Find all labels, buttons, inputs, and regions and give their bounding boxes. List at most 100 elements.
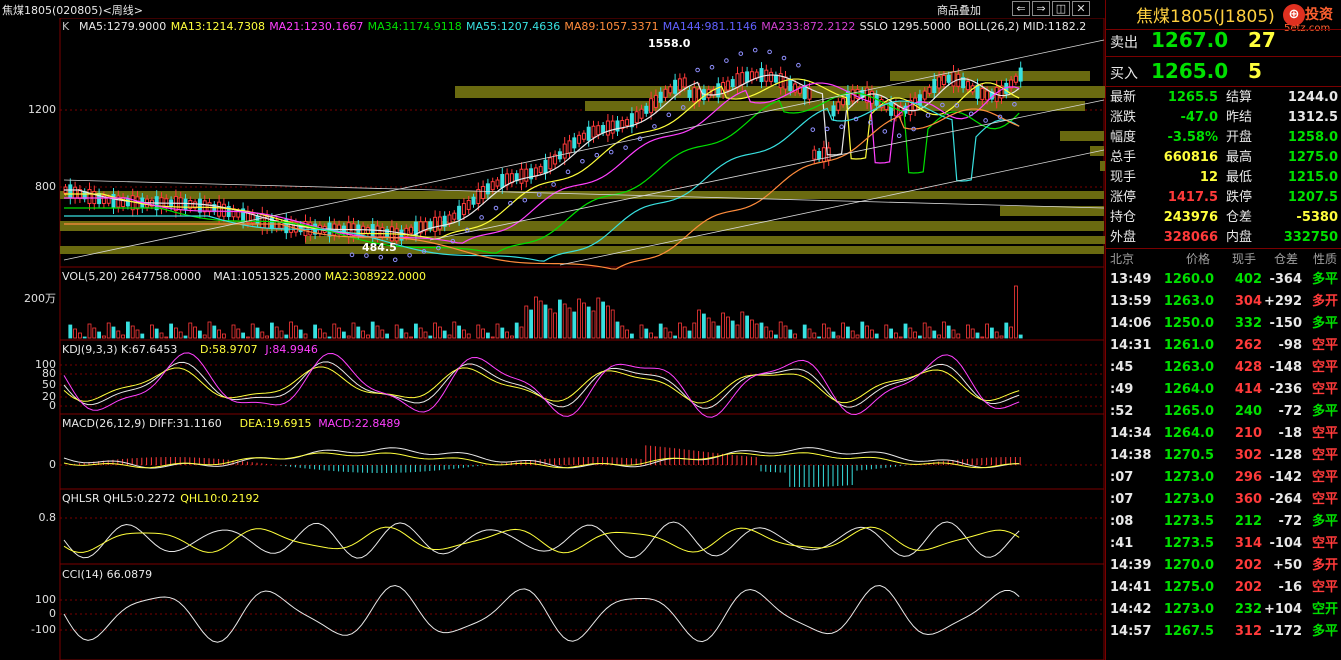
candle-body — [725, 80, 730, 91]
overlay-button[interactable]: 商品叠加 — [937, 2, 981, 18]
quote-field-label: 涨跌 — [1110, 110, 1137, 125]
candle-body — [562, 143, 567, 159]
main-chart-indicator: MA55:1207.4636 — [466, 20, 561, 33]
tick-price: 1264.0 — [1163, 426, 1214, 441]
tick-price: 1263.0 — [1163, 294, 1214, 309]
buy-price[interactable]: 1265.0 — [1151, 59, 1228, 83]
tick-oi: -142 — [1269, 470, 1302, 485]
main-chart-prefix: K — [62, 20, 70, 33]
sar-dot — [752, 47, 758, 53]
candle-body — [217, 201, 222, 217]
sar-dot — [652, 124, 657, 129]
tick-vol: 210 — [1234, 426, 1262, 441]
volume-bar — [716, 325, 721, 339]
cci-panel-indicator: CCI(14) 66.0879 — [62, 568, 153, 581]
main-chart-indicator: MA21:1230.1667 — [269, 20, 364, 33]
volume-bar — [289, 321, 294, 339]
tick-row[interactable]: 14:39 1270.0 202 +50 多开 — [1106, 555, 1341, 577]
volume-bar — [812, 332, 817, 339]
tick-row[interactable]: :49 1264.0 414 -236 空平 — [1106, 379, 1341, 401]
nav-forward-icon[interactable]: ⇒ — [1032, 1, 1050, 16]
volume-bar — [562, 303, 567, 339]
volume-bar — [1014, 285, 1018, 339]
sar-dot — [407, 252, 412, 258]
volume-bar — [298, 329, 303, 339]
tick-time: :45 — [1110, 360, 1134, 375]
tick-row[interactable]: 14:42 1273.0 232 +104 空开 — [1106, 599, 1341, 621]
tick-row[interactable]: :07 1273.0 360 -264 空平 — [1106, 489, 1341, 511]
volume-bar — [514, 322, 519, 339]
chart-canvas[interactable] — [0, 0, 1105, 660]
candle-body — [533, 167, 538, 177]
tick-row[interactable]: 13:49 1260.0 402 -364 多平 — [1106, 269, 1341, 291]
sar-dot — [983, 118, 988, 123]
nav-back-icon[interactable]: ⇐ — [1012, 1, 1030, 16]
tick-row[interactable]: :07 1273.0 296 -142 空平 — [1106, 467, 1341, 489]
volume-bar — [687, 330, 692, 339]
volume-bar — [831, 331, 836, 339]
tick-row[interactable]: 14:31 1261.0 262 -98 空平 — [1106, 335, 1341, 357]
layout-icon[interactable]: ◫ — [1052, 1, 1070, 16]
tick-row[interactable]: :41 1273.5 314 -104 空平 — [1106, 533, 1341, 555]
candle-body — [581, 132, 586, 140]
contract-name: 焦煤1805(J1805) — [1136, 7, 1275, 27]
sar-dot — [738, 51, 744, 56]
price-low-annotation: 484.5 — [362, 241, 397, 254]
quote-panel: 焦煤1805(J1805) ⊕ 投资 5etz.com 卖出 1267.0 27… — [1105, 0, 1341, 660]
candle-body — [893, 104, 898, 117]
tick-ty: 多平 — [1312, 514, 1339, 529]
candle-body — [922, 90, 927, 100]
quote-row: 现手 12 最低 1215.0 — [1106, 168, 1341, 188]
panel-frame — [59, 563, 1105, 660]
quote-field-label: 开盘 — [1226, 130, 1253, 145]
tick-price: 1261.0 — [1163, 338, 1214, 353]
candle-body — [673, 79, 678, 94]
volume-bar — [97, 331, 101, 339]
tick-row[interactable]: 14:06 1250.0 332 -150 多平 — [1106, 313, 1341, 335]
volume-bar — [942, 321, 946, 339]
tick-price: 1273.5 — [1163, 514, 1214, 529]
volume-bar — [783, 325, 788, 339]
tick-row[interactable]: :45 1263.0 428 -148 空平 — [1106, 357, 1341, 379]
tick-row[interactable]: 13:59 1263.0 304 +292 多开 — [1106, 291, 1341, 313]
quote-field-label: 现手 — [1110, 170, 1137, 185]
volume-bar — [413, 323, 418, 339]
candle-body — [644, 105, 649, 114]
tick-row[interactable]: :08 1273.5 212 -72 多平 — [1106, 511, 1341, 533]
tick-row[interactable]: 14:57 1267.5 312 -172 多平 — [1106, 621, 1341, 643]
price-high-annotation: 1558.0 — [648, 37, 691, 50]
volume-bar — [937, 334, 941, 339]
volume-bar — [567, 307, 572, 339]
tick-header-time: 北京 — [1110, 252, 1135, 266]
candle-body — [490, 181, 495, 191]
candle-body — [951, 71, 956, 87]
volume-bar — [802, 324, 807, 339]
volume-bar — [793, 333, 797, 339]
quote-row: 涨跌 -47.0 昨结 1312.5 — [1106, 108, 1341, 128]
volume-bar — [447, 334, 452, 339]
tick-row[interactable]: 14:41 1275.0 202 -16 空平 — [1106, 577, 1341, 599]
main-chart-indicator: MA233:872.2122 — [761, 20, 856, 33]
volume-bar — [913, 331, 917, 339]
candle-body — [975, 84, 980, 99]
volume-bar — [341, 331, 346, 339]
candle-body — [461, 203, 466, 216]
tick-time: 14:39 — [1110, 558, 1152, 573]
candle-body — [370, 224, 375, 239]
close-icon[interactable]: ✕ — [1072, 1, 1090, 16]
sar-dot — [767, 49, 772, 55]
tick-price: 1260.0 — [1163, 272, 1214, 287]
volume-bar — [437, 326, 442, 339]
sell-price[interactable]: 1267.0 — [1151, 28, 1228, 52]
tick-row[interactable]: 14:34 1264.0 210 -18 空平 — [1106, 423, 1341, 445]
candle-body — [749, 71, 754, 81]
volume-bar — [774, 334, 778, 339]
title-bar: 焦煤1805(020805)<周线> 商品叠加 ⇐ ⇒ ◫ ✕ — [0, 0, 1105, 18]
volume-bar — [769, 330, 773, 339]
volume-bar — [260, 331, 265, 339]
volume-bar — [140, 333, 145, 339]
tick-row[interactable]: 14:38 1270.5 302 -128 空平 — [1106, 445, 1341, 467]
volume-bar — [711, 321, 716, 339]
volume-profile-bar — [890, 71, 1090, 81]
tick-row[interactable]: :52 1265.0 240 -72 多平 — [1106, 401, 1341, 423]
